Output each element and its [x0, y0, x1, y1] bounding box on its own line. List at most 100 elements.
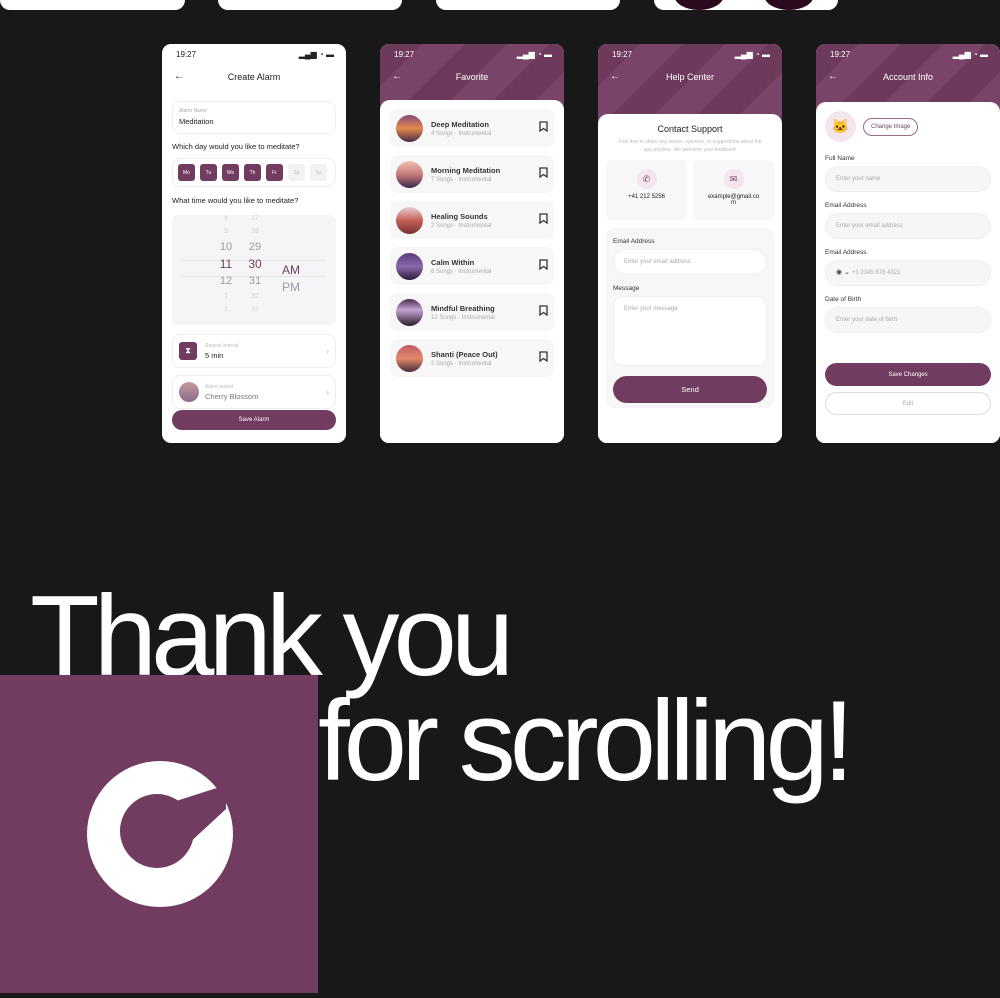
email-label: Email Address [613, 238, 655, 245]
period-am[interactable]: AM [278, 262, 304, 279]
help-center-screen: 19:27 ▂▄▆ ◔ ▬ ← Help Center Contact Suppo… [598, 44, 782, 443]
email-card[interactable]: ✉ example@gmail.com [693, 160, 774, 220]
wheel-value[interactable]: 31 [245, 273, 265, 290]
status-time: 19:27 [394, 50, 415, 59]
wheel-value[interactable]: 11 [216, 256, 236, 273]
album-thumbnail [396, 252, 423, 280]
item-subtitle: 2 Songs · Instrumental [431, 360, 492, 367]
email-address: example@gmail.com [707, 194, 760, 206]
contact-heading: Contact Support [657, 124, 723, 134]
bookmark-icon[interactable] [539, 351, 548, 365]
create-alarm-screen: 19:27 ▂▄▆ ◔ ▬ ← Create Alarm Alarm Name M… [162, 44, 346, 443]
full-name-input[interactable]: Enter your name [825, 166, 991, 192]
favorite-item[interactable]: Morning Meditation 7 Songs · Instrumental [390, 155, 554, 193]
bookmark-icon[interactable] [539, 259, 548, 273]
wheel-value[interactable]: 9 [216, 225, 236, 239]
day-su[interactable]: Su [310, 164, 327, 181]
alarm-name-field[interactable]: Alarm Name Meditation [172, 101, 336, 134]
favorite-item[interactable]: Healing Sounds 2 Songs · Instrumental [390, 201, 554, 239]
alarm-name-label: Alarm Name [179, 108, 207, 114]
change-image-button[interactable]: Change Image [863, 117, 919, 136]
repeat-interval-row[interactable]: ⧗ Repeat interval 5 min › [172, 334, 336, 368]
bookmark-icon[interactable] [539, 121, 548, 135]
wheel-value[interactable]: 1 [216, 290, 236, 304]
day-tu[interactable]: Tu [200, 164, 217, 181]
favorite-item[interactable]: Deep Meditation 4 Songs · Instrumental [390, 109, 554, 147]
item-subtitle: 12 Songs · Instrumental [431, 314, 495, 321]
us-flag-dropdown[interactable]: ◉ ⌄ [836, 269, 852, 276]
day-mo[interactable]: Mo [178, 164, 195, 181]
save-changes-button[interactable]: Save Changes [825, 363, 991, 386]
save-alarm-button[interactable]: Save Alarm [172, 410, 336, 430]
sound-label: Alarm sound [205, 383, 234, 390]
bookmark-icon[interactable] [539, 305, 548, 319]
bookmark-icon[interactable] [539, 167, 548, 181]
phone-input[interactable]: ◉ ⌄ +1 2345 678 4321 [825, 260, 991, 286]
day-we[interactable]: We [222, 164, 239, 181]
dob-input[interactable]: Enter your date of birth [825, 307, 991, 333]
signal-wifi-battery-icon: ▂▄▆ ◔ ▬ [516, 50, 552, 59]
email-input[interactable]: Enter your email address [825, 213, 991, 239]
day-sa[interactable]: Sa [288, 164, 305, 181]
partial-screen-3 [436, 0, 620, 10]
hour-wheel[interactable]: 8 9 10 11 12 1 2 [216, 213, 236, 316]
wheel-value[interactable]: 33 [245, 304, 265, 316]
signal-wifi-battery-icon: ▂▄▆ ◔ ▬ [952, 50, 988, 59]
wheel-value[interactable]: 12 [216, 273, 236, 290]
item-subtitle: 6 Songs · Instrumental [431, 268, 492, 275]
item-title: Deep Meditation [431, 119, 489, 129]
period-wheel[interactable]: AM PM [278, 262, 304, 296]
wheel-value[interactable]: 32 [245, 290, 265, 304]
send-button[interactable]: Send [613, 376, 767, 403]
phone-card[interactable]: ✆ +41 212 5256 [606, 160, 687, 220]
album-thumbnail [396, 114, 423, 142]
status-bar: 19:27 ▂▄▆ ◔ ▬ [176, 50, 334, 59]
wheel-value[interactable]: 27 [245, 213, 265, 225]
phone-number: +41 212 5256 [628, 194, 665, 200]
album-thumbnail [396, 160, 423, 188]
wheel-value[interactable]: 8 [216, 213, 236, 225]
page-title: Create Alarm [227, 72, 281, 82]
edit-button[interactable]: Edit [825, 392, 991, 415]
favorite-item[interactable]: Calm Within 6 Songs · Instrumental [390, 247, 554, 285]
status-time: 19:27 [830, 50, 851, 59]
favorite-list: Deep Meditation 4 Songs · Instrumental Mor… [380, 100, 564, 443]
partial-screen-2 [218, 0, 402, 10]
item-title: Calm Within [431, 257, 475, 267]
favorite-item[interactable]: Mindful Breathing 12 Songs · Instrumental [390, 293, 554, 331]
album-thumbnail [396, 206, 423, 234]
wheel-value[interactable]: 28 [245, 225, 265, 239]
message-input[interactable]: Enter your message [613, 296, 767, 366]
wheel-value[interactable]: 10 [216, 239, 236, 256]
wheel-value[interactable]: 2 [216, 304, 236, 316]
email-label: Email Address [825, 202, 867, 209]
day-fr[interactable]: Fr [266, 164, 283, 181]
wheel-value[interactable]: 29 [245, 239, 265, 256]
day-selector: Mo Tu We Th Fr Sa Su [172, 158, 336, 187]
favorite-item[interactable]: Shanti (Peace Out) 2 Songs · Instrumental [390, 339, 554, 377]
phone-placeholder: +1 2345 678 4321 [851, 270, 901, 276]
dob-label: Date of Birth [825, 296, 862, 303]
account-info-screen: 19:27 ▂▄▆ ◔ ▬ ← Account Info 🐱 Change Ima… [816, 44, 1000, 443]
minute-wheel[interactable]: 27 28 29 30 31 32 33 [245, 213, 265, 316]
wheel-value[interactable]: 30 [245, 256, 265, 273]
alarm-name-value: Meditation [179, 117, 214, 126]
brand-block [0, 675, 318, 993]
alarm-sound-row[interactable]: Alarm sound Cherry Blossom › [172, 375, 336, 409]
status-time: 19:27 [176, 50, 197, 59]
sound-thumbnail [179, 382, 199, 402]
day-th[interactable]: Th [244, 164, 261, 181]
signal-wifi-battery-icon: ▂▄▆ ◔ ▬ [734, 50, 770, 59]
period-pm[interactable]: PM [278, 279, 304, 296]
signal-wifi-battery-icon: ▂▄▆ ◔ ▬ [298, 50, 334, 59]
time-picker[interactable]: 8 9 10 11 12 1 2 27 28 29 30 31 32 33 AM PM [172, 215, 336, 325]
phone-label: Email Address [825, 249, 867, 256]
email-input[interactable]: Enter your email address [613, 249, 767, 275]
repeat-label: Repeat interval [205, 342, 239, 349]
item-subtitle: 2 Songs · Instrumental [431, 222, 492, 229]
bookmark-icon[interactable] [539, 213, 548, 227]
hourglass-icon: ⧗ [179, 342, 197, 360]
repeat-value: 5 min [205, 350, 224, 360]
brand-logo-icon [87, 761, 233, 907]
avatar-cat-icon[interactable]: 🐱 [825, 111, 856, 142]
